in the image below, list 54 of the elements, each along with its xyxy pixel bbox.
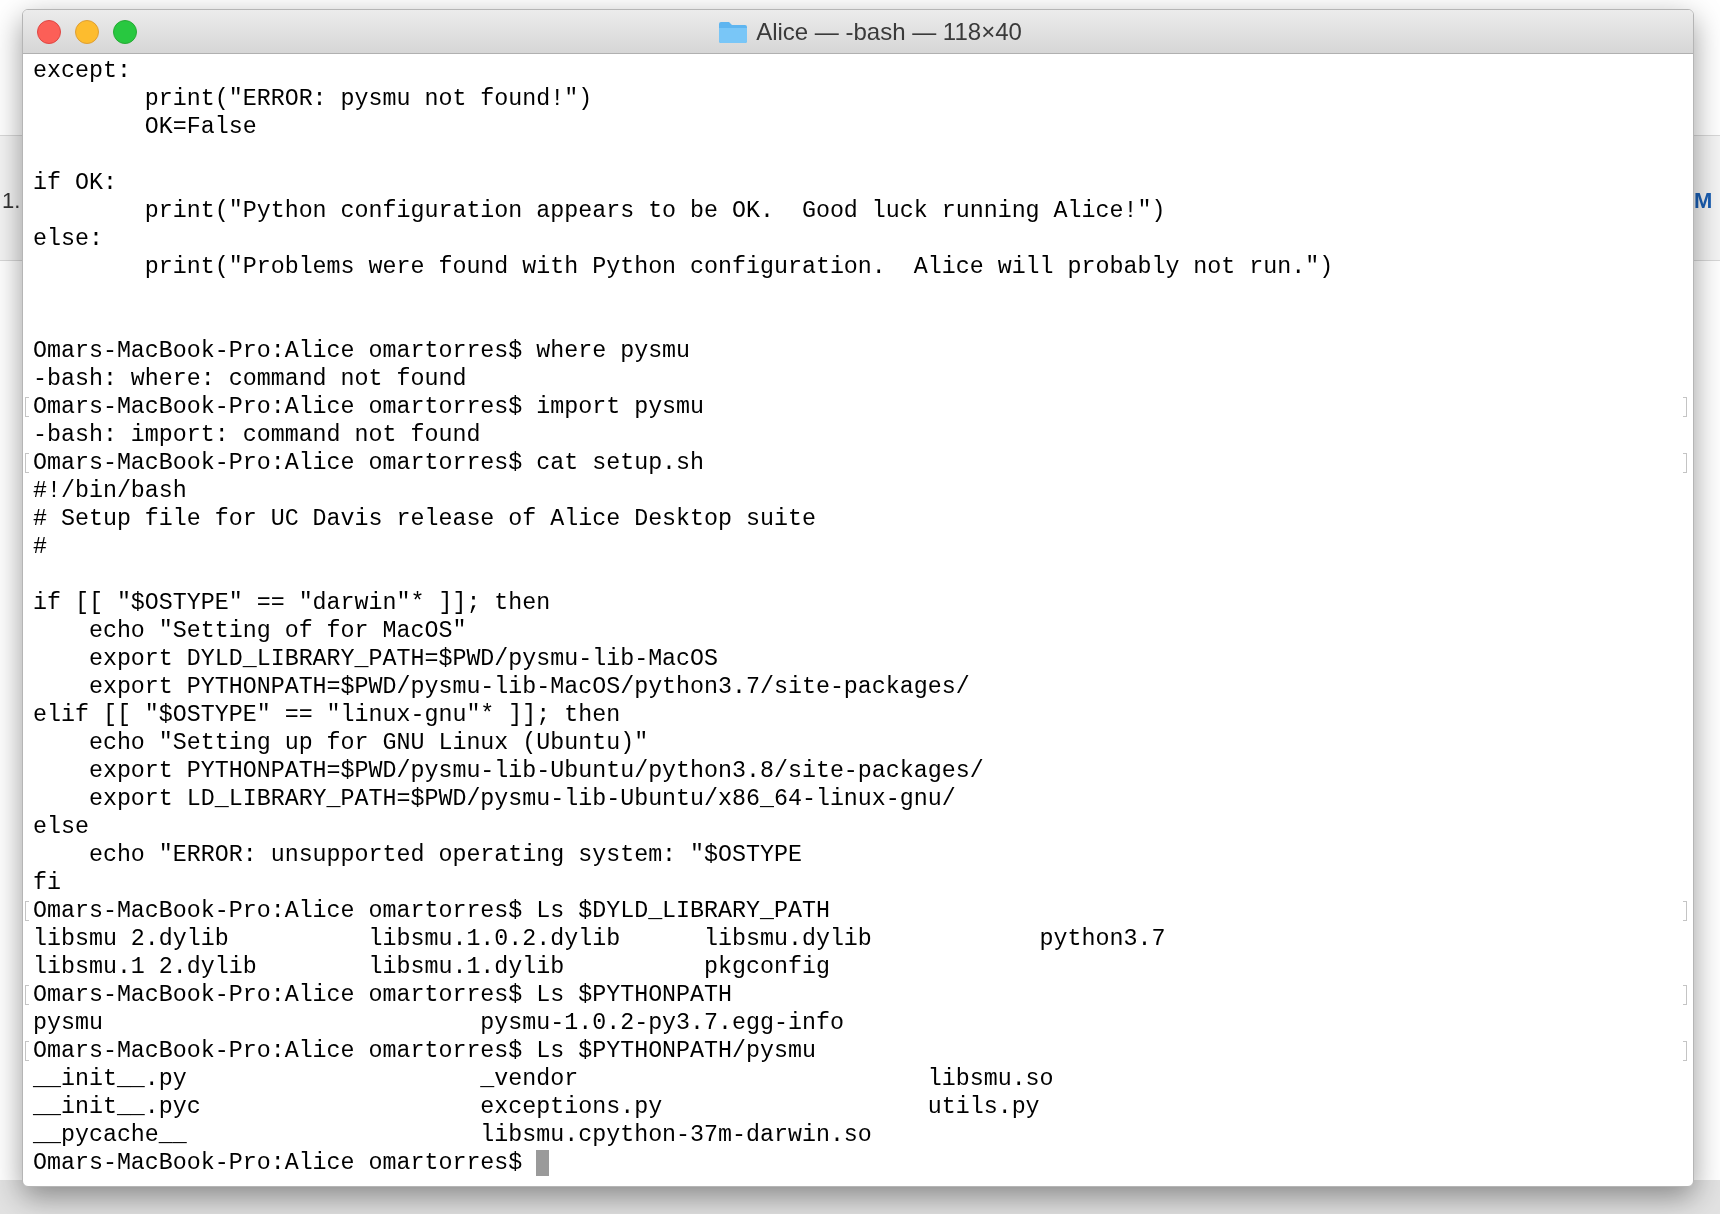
- terminal-line: Omars-MacBook-Pro:Alice omartorres$ Ls $PYTHONPATH/pysmu: [33, 1037, 816, 1065]
- mark-bracket-icon: [25, 985, 29, 1005]
- terminal-line: libsmu.1 2.dylib libsmu.1.dylib pkgconfig: [33, 953, 830, 981]
- terminal-line: print("Python configuration appears to be OK. Good luck running Alice!"): [143, 197, 1166, 225]
- terminal-line: -bash: import: command not found: [33, 421, 481, 449]
- terminal-line: Omars-MacBook-Pro:Alice omartorres$ import pysmu: [33, 393, 705, 421]
- mark-bracket-icon: [1683, 397, 1687, 417]
- terminal-line: Omars-MacBook-Pro:Alice omartorres$ cat setup.sh: [33, 449, 705, 477]
- terminal-line: if [[ "$OSTYPE" == "darwin"* ]]; then: [33, 589, 551, 617]
- shell-prompt: Omars-MacBook-Pro:Alice omartorres$: [33, 1149, 524, 1177]
- terminal-line: print("Problems were found with Python configuration. Alice will probably not run."): [143, 253, 1334, 281]
- mark-bracket-icon: [1683, 985, 1687, 1005]
- background-text: 1.: [2, 187, 21, 215]
- terminal-line: echo "Setting of for MacOS": [87, 617, 467, 645]
- background-text: M: [1694, 187, 1713, 215]
- mark-bracket-icon: [25, 1041, 29, 1061]
- terminal-line: __init__.py _vendor libsmu.so: [33, 1065, 1054, 1093]
- mark-bracket-icon: [25, 901, 29, 921]
- close-button[interactable]: [37, 19, 61, 44]
- terminal-line: #!/bin/bash: [33, 477, 187, 505]
- mark-bracket-icon: [1683, 1041, 1687, 1061]
- minimize-button[interactable]: [75, 19, 99, 44]
- terminal-line: else: [33, 813, 89, 841]
- terminal-line: export LD_LIBRARY_PATH=$PWD/pysmu-lib-Ubuntu/x86_64-linux-gnu/: [87, 785, 956, 813]
- terminal-line: Omars-MacBook-Pro:Alice omartorres$ Ls $PYTHONPATH: [33, 981, 733, 1009]
- terminal-line: pysmu pysmu-1.0.2-py3.7.egg-info: [33, 1009, 844, 1037]
- terminal-line: OK=False: [143, 113, 257, 141]
- terminal-line: export PYTHONPATH=$PWD/pysmu-lib-Ubuntu/python3.8/site-packages/: [87, 757, 984, 785]
- mark-bracket-icon: [1683, 453, 1687, 473]
- terminal-line: -bash: where: command not found: [33, 365, 467, 393]
- terminal-line: export PYTHONPATH=$PWD/pysmu-lib-MacOS/python3.7/site-packages/: [87, 673, 970, 701]
- terminal-line: print("ERROR: pysmu not found!"): [143, 85, 593, 113]
- terminal-line: __pycache__ libsmu.cpython-37m-darwin.so: [33, 1121, 872, 1149]
- terminal-line: #: [33, 533, 47, 561]
- cursor-icon: [536, 1150, 550, 1176]
- window-title: Alice — -bash — 118×40: [756, 16, 1022, 47]
- terminal-line: Omars-MacBook-Pro:Alice omartorres$ Ls $DYLD_LIBRARY_PATH: [33, 897, 830, 925]
- terminal-line: elif [[ "$OSTYPE" == "linux-gnu"* ]]; then: [33, 701, 621, 729]
- mark-bracket-icon: [1683, 901, 1687, 921]
- terminal-line: except:: [33, 57, 131, 85]
- terminal-line: # Setup file for UC Davis release of Alice Desktop suite: [33, 505, 816, 533]
- terminal-line: echo "ERROR: unsupported operating system: "$OSTYPE: [87, 841, 802, 869]
- folder-icon: [718, 19, 749, 44]
- terminal-line: __init__.pyc exceptions.py utils.py: [33, 1093, 1040, 1121]
- terminal-line: if OK:: [33, 169, 117, 197]
- mark-bracket-icon: [25, 397, 29, 417]
- terminal-line: libsmu 2.dylib libsmu.1.0.2.dylib libsmu.dylib python3.7: [33, 925, 1166, 953]
- terminal-line: fi: [33, 869, 61, 897]
- terminal-line: export DYLD_LIBRARY_PATH=$PWD/pysmu-lib-MacOS: [87, 645, 719, 673]
- terminal-line: echo "Setting up for GNU Linux (Ubuntu)": [87, 729, 649, 757]
- terminal-line: else:: [33, 225, 103, 253]
- zoom-button[interactable]: [113, 19, 137, 44]
- terminal-line: Omars-MacBook-Pro:Alice omartorres$ where pysmu: [33, 337, 691, 365]
- mark-bracket-icon: [25, 453, 29, 473]
